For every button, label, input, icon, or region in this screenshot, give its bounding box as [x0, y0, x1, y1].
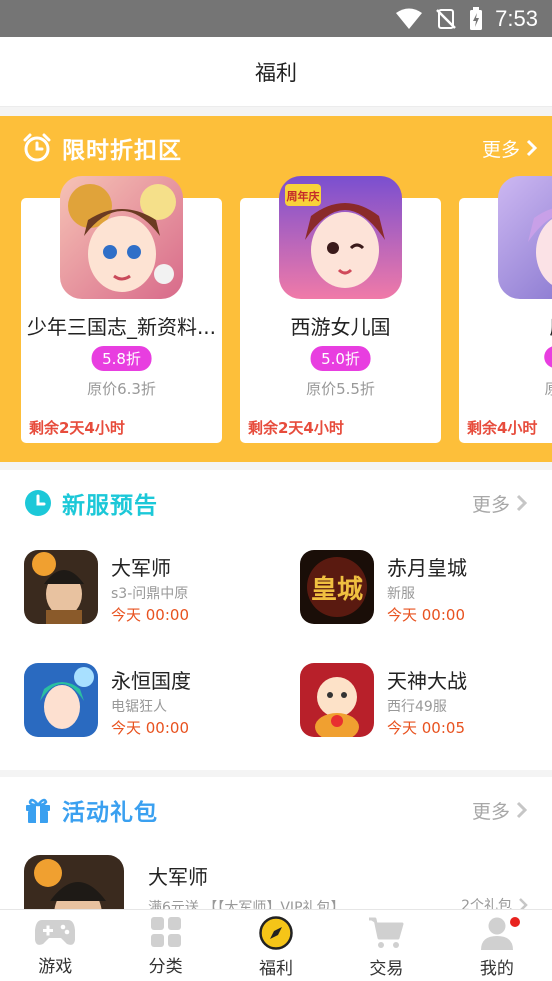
game-icon [498, 176, 552, 299]
server-open-time: 今天 00:00 [111, 606, 189, 624]
server-name: 西行49服 [387, 699, 447, 715]
gift-icon [26, 798, 50, 823]
game-name: 魔 [459, 311, 552, 340]
new-servers-section: 新服预告 更多 大军师 s3-问鼎中原 今天 00:00 皇城 赤月皇城 新服 … [0, 470, 552, 770]
tab-categories[interactable]: 分类 [110, 910, 220, 981]
original-price: 原价 [544, 380, 552, 398]
alarm-clock-icon [23, 133, 51, 162]
gift-packs-section: 活动礼包 更多 大军师 满6元送 【【大军师】VIP礼包】 2个礼包 [0, 777, 552, 909]
tab-welfare[interactable]: 福利 [221, 910, 331, 981]
server-name: 电锯狂人 [111, 699, 167, 715]
server-game-name: 大军师 [111, 556, 171, 580]
gift-description: 满6元送 【【大军师】VIP礼包】 [148, 900, 345, 909]
flash-sale-more-link[interactable]: 更多 [482, 135, 538, 162]
more-label: 更多 [471, 800, 510, 823]
page-title: 福利 [255, 60, 297, 85]
discount-badge: 5.0折 [310, 346, 371, 371]
new-server-item[interactable]: 大军师 s3-问鼎中原 今天 00:00 [24, 550, 284, 630]
notification-dot [509, 917, 520, 927]
bottom-tab-bar: 游戏 分类 福利 交易 我的 [0, 909, 552, 981]
gift-packs-header: 活动礼包 更多 [24, 791, 528, 829]
tab-label: 我的 [479, 959, 514, 979]
server-open-time: 今天 00:00 [387, 606, 465, 624]
game-icon [24, 855, 124, 909]
flash-sale-section: 限时折扣区 更多 少年三国志_新资料... 5.8折 原价6.3折 剩余2天4小… [0, 116, 552, 462]
chevron-right-icon [519, 898, 528, 909]
tab-label: 分类 [148, 957, 183, 977]
game-icon [300, 663, 374, 737]
flash-sale-card[interactable]: 魔 3 原价 剩余4小时 [459, 176, 552, 443]
server-name: 新服 [387, 586, 415, 602]
status-bar: 7:53 [0, 0, 552, 37]
gift-count-label: 2个礼包 [461, 898, 512, 909]
page-header: 福利 [0, 37, 552, 107]
cart-icon [369, 917, 404, 948]
new-servers-more-link[interactable]: 更多 [472, 490, 528, 517]
server-game-badge: 皇城 [311, 575, 363, 605]
server-game-name: 赤月皇城 [387, 556, 467, 580]
gift-packs-more-link[interactable]: 更多 [472, 797, 528, 824]
flash-sale-cards: 少年三国志_新资料... 5.8折 原价6.3折 剩余2天4小时 周年庆 西游女… [0, 176, 552, 462]
more-label: 更多 [471, 493, 510, 516]
remaining-time: 剩余2天4小时 [248, 419, 344, 437]
game-icon [24, 550, 98, 624]
tab-label: 游戏 [38, 957, 73, 977]
gift-count[interactable]: 2个礼包 [461, 895, 528, 909]
game-icon: 周年庆 [279, 176, 402, 299]
tab-label: 福利 [259, 959, 294, 979]
game-icon: 皇城 [300, 550, 374, 624]
no-signal-icon [436, 8, 457, 29]
grid-icon [150, 917, 181, 947]
flash-sale-header: 限时折扣区 更多 [22, 130, 538, 166]
battery-charging-icon [470, 6, 483, 30]
game-icon [24, 663, 98, 737]
server-game-name: 永恒国度 [111, 669, 191, 693]
discount-badge: 3 [543, 346, 552, 368]
gift-game-name: 大军师 [148, 865, 208, 889]
remaining-time: 剩余4小时 [467, 419, 538, 437]
gift-packs-title: 活动礼包 [62, 800, 158, 826]
original-price: 原价5.5折 [306, 380, 375, 398]
tab-label: 交易 [369, 959, 404, 979]
game-icon [60, 176, 183, 299]
new-server-item[interactable]: 皇城 赤月皇城 新服 今天 00:00 [300, 550, 552, 630]
tab-trade[interactable]: 交易 [331, 910, 441, 981]
flash-sale-card[interactable]: 少年三国志_新资料... 5.8折 原价6.3折 剩余2天4小时 [21, 176, 222, 443]
status-time: 7:53 [495, 5, 538, 31]
flash-sale-title: 限时折扣区 [62, 138, 182, 164]
remaining-time: 剩余2天4小时 [29, 419, 125, 437]
new-server-item[interactable]: 天神大战 西行49服 今天 00:05 [300, 663, 552, 743]
tab-games[interactable]: 游戏 [0, 910, 110, 981]
clock-icon [25, 490, 51, 516]
game-name: 少年三国志_新资料... [26, 315, 217, 339]
server-open-time: 今天 00:05 [387, 719, 465, 737]
flash-sale-card[interactable]: 周年庆 西游女儿国 5.0折 原价5.5折 剩余2天4小时 [240, 176, 441, 443]
anniversary-badge: 周年庆 [287, 189, 320, 203]
server-open-time: 今天 00:00 [111, 719, 189, 737]
original-price: 原价6.3折 [87, 380, 156, 398]
new-server-item[interactable]: 永恒国度 电锯狂人 今天 00:00 [24, 663, 284, 743]
gamepad-icon [35, 920, 76, 945]
gift-pack-item[interactable]: 大军师 满6元送 【【大军师】VIP礼包】 2个礼包 [24, 855, 528, 909]
new-servers-title: 新服预告 [62, 493, 158, 519]
tab-profile[interactable]: 我的 [442, 910, 552, 981]
discount-badge: 5.8折 [91, 346, 152, 371]
new-servers-header: 新服预告 更多 [24, 484, 528, 522]
user-icon [480, 917, 513, 950]
server-game-name: 天神大战 [387, 669, 467, 693]
server-name: s3-问鼎中原 [111, 586, 189, 602]
compass-icon [259, 916, 293, 950]
chevron-right-icon [516, 801, 528, 819]
wifi-icon [396, 8, 423, 29]
more-label: 更多 [481, 138, 520, 161]
chevron-right-icon [526, 139, 538, 157]
game-name: 西游女儿国 [290, 315, 391, 339]
chevron-right-icon [516, 494, 528, 512]
